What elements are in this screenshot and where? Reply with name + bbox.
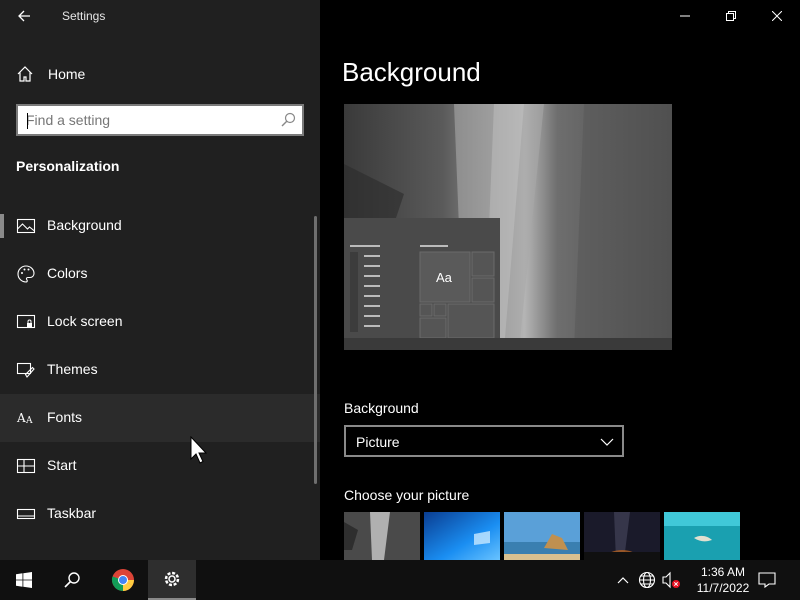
section-title: Personalization	[16, 158, 120, 174]
mouse-cursor-icon	[190, 436, 208, 464]
background-field-label: Background	[344, 400, 419, 416]
preview-taskbar	[344, 338, 672, 350]
windows-thumbnail-image	[424, 512, 500, 560]
palette-icon	[17, 265, 35, 283]
preview-start-menu: Aa	[344, 218, 500, 338]
rock-thumbnail-image	[344, 512, 420, 560]
sidebar-item-label: Taskbar	[47, 505, 97, 521]
network-tray-button[interactable]	[636, 560, 658, 600]
sidebar-item-fonts[interactable]: AA Fonts	[0, 394, 320, 442]
sidebar-item-start[interactable]: Start	[0, 442, 320, 490]
chevron-up-icon	[617, 577, 629, 584]
svg-text:A: A	[25, 416, 33, 426]
close-button[interactable]	[754, 0, 800, 32]
sidebar-scrollbar[interactable]	[314, 216, 317, 484]
thumbnail-beach[interactable]	[504, 512, 580, 560]
back-arrow-icon	[18, 10, 30, 22]
back-button[interactable]	[8, 4, 40, 28]
svg-text:A: A	[16, 411, 26, 425]
chevron-down-icon	[600, 438, 614, 446]
thumbnail-rock[interactable]	[344, 512, 420, 560]
picture-icon	[16, 218, 36, 234]
search-input[interactable]	[18, 112, 268, 128]
windows-logo-icon	[16, 572, 32, 588]
restore-button[interactable]	[708, 0, 754, 32]
sidebar-item-label: Start	[47, 457, 77, 473]
sidebar-item-label: Lock screen	[47, 313, 123, 329]
search-icon[interactable]	[280, 112, 296, 128]
choose-picture-label: Choose your picture	[344, 487, 470, 503]
thumbnail-night-sky[interactable]	[584, 512, 660, 560]
sidebar-item-lock-screen[interactable]: Lock screen	[0, 298, 320, 346]
notification-icon	[758, 572, 776, 588]
thumbnail-windows[interactable]	[424, 512, 500, 560]
night-sky-thumbnail-image	[584, 512, 660, 560]
dropdown-value: Picture	[356, 434, 400, 450]
page-title: Background	[342, 57, 481, 87]
taskbar-icon	[16, 508, 36, 520]
preview-sample-text: Aa	[436, 270, 452, 285]
chrome-taskbar-button[interactable]	[99, 560, 147, 600]
volume-tray-button[interactable]	[660, 560, 682, 600]
close-icon	[772, 11, 782, 21]
globe-network-icon	[638, 571, 656, 589]
windows-taskbar: 1:36 AM 11/7/2022	[0, 560, 800, 600]
sidebar-item-label: Colors	[47, 265, 88, 281]
underwater-thumbnail-image	[664, 512, 740, 560]
beach-thumbnail-image	[504, 512, 580, 560]
sidebar-item-label: Themes	[47, 361, 98, 377]
main-content: Background Aa Background Picture Choose …	[320, 0, 800, 560]
tray-overflow-button[interactable]	[612, 560, 634, 600]
personalization-nav: Background Colors Lock screen Themes AA …	[0, 202, 320, 538]
action-center-button[interactable]	[752, 560, 782, 600]
sidebar-item-label: Background	[47, 217, 122, 233]
text-caret	[27, 113, 28, 129]
start-icon	[16, 458, 36, 474]
brush-icon	[16, 362, 35, 378]
home-label: Home	[48, 66, 86, 82]
sidebar-item-background[interactable]: Background	[0, 202, 320, 250]
home-link[interactable]: Home	[0, 58, 320, 90]
preview-menu-lines-icon	[350, 245, 380, 332]
app-title: Settings	[62, 9, 106, 23]
picture-thumbnails	[344, 512, 740, 560]
chrome-icon	[111, 569, 134, 591]
settings-sidebar: Settings Home Personalization Background…	[0, 0, 320, 560]
font-icon: AA	[16, 411, 33, 426]
search-taskbar-button[interactable]	[48, 560, 96, 600]
sidebar-titlebar: Settings	[0, 0, 320, 32]
window-controls	[662, 0, 800, 32]
clock-date: 11/7/2022	[696, 581, 750, 595]
lock-screen-icon	[16, 314, 36, 329]
preview-tiles-icon	[419, 245, 495, 338]
sidebar-item-label: Fonts	[47, 409, 83, 425]
speaker-muted-icon	[662, 571, 680, 589]
search-icon	[64, 572, 80, 588]
thumbnail-underwater[interactable]	[664, 512, 740, 560]
minimize-icon	[680, 15, 690, 17]
background-type-dropdown[interactable]: Picture	[344, 425, 624, 457]
gear-icon	[164, 571, 180, 587]
restore-icon	[726, 11, 736, 21]
taskbar-clock[interactable]: 1:36 AM 11/7/2022	[688, 564, 758, 596]
settings-taskbar-button[interactable]	[148, 560, 196, 600]
sidebar-item-colors[interactable]: Colors	[0, 250, 320, 298]
search-box[interactable]	[16, 104, 304, 136]
selection-indicator	[0, 214, 4, 238]
sidebar-item-themes[interactable]: Themes	[0, 346, 320, 394]
start-button[interactable]	[0, 560, 48, 600]
clock-time: 1:36 AM	[700, 565, 746, 579]
home-icon	[17, 66, 33, 82]
sidebar-item-taskbar[interactable]: Taskbar	[0, 490, 320, 538]
minimize-button[interactable]	[662, 0, 708, 32]
background-preview: Aa	[344, 104, 672, 350]
